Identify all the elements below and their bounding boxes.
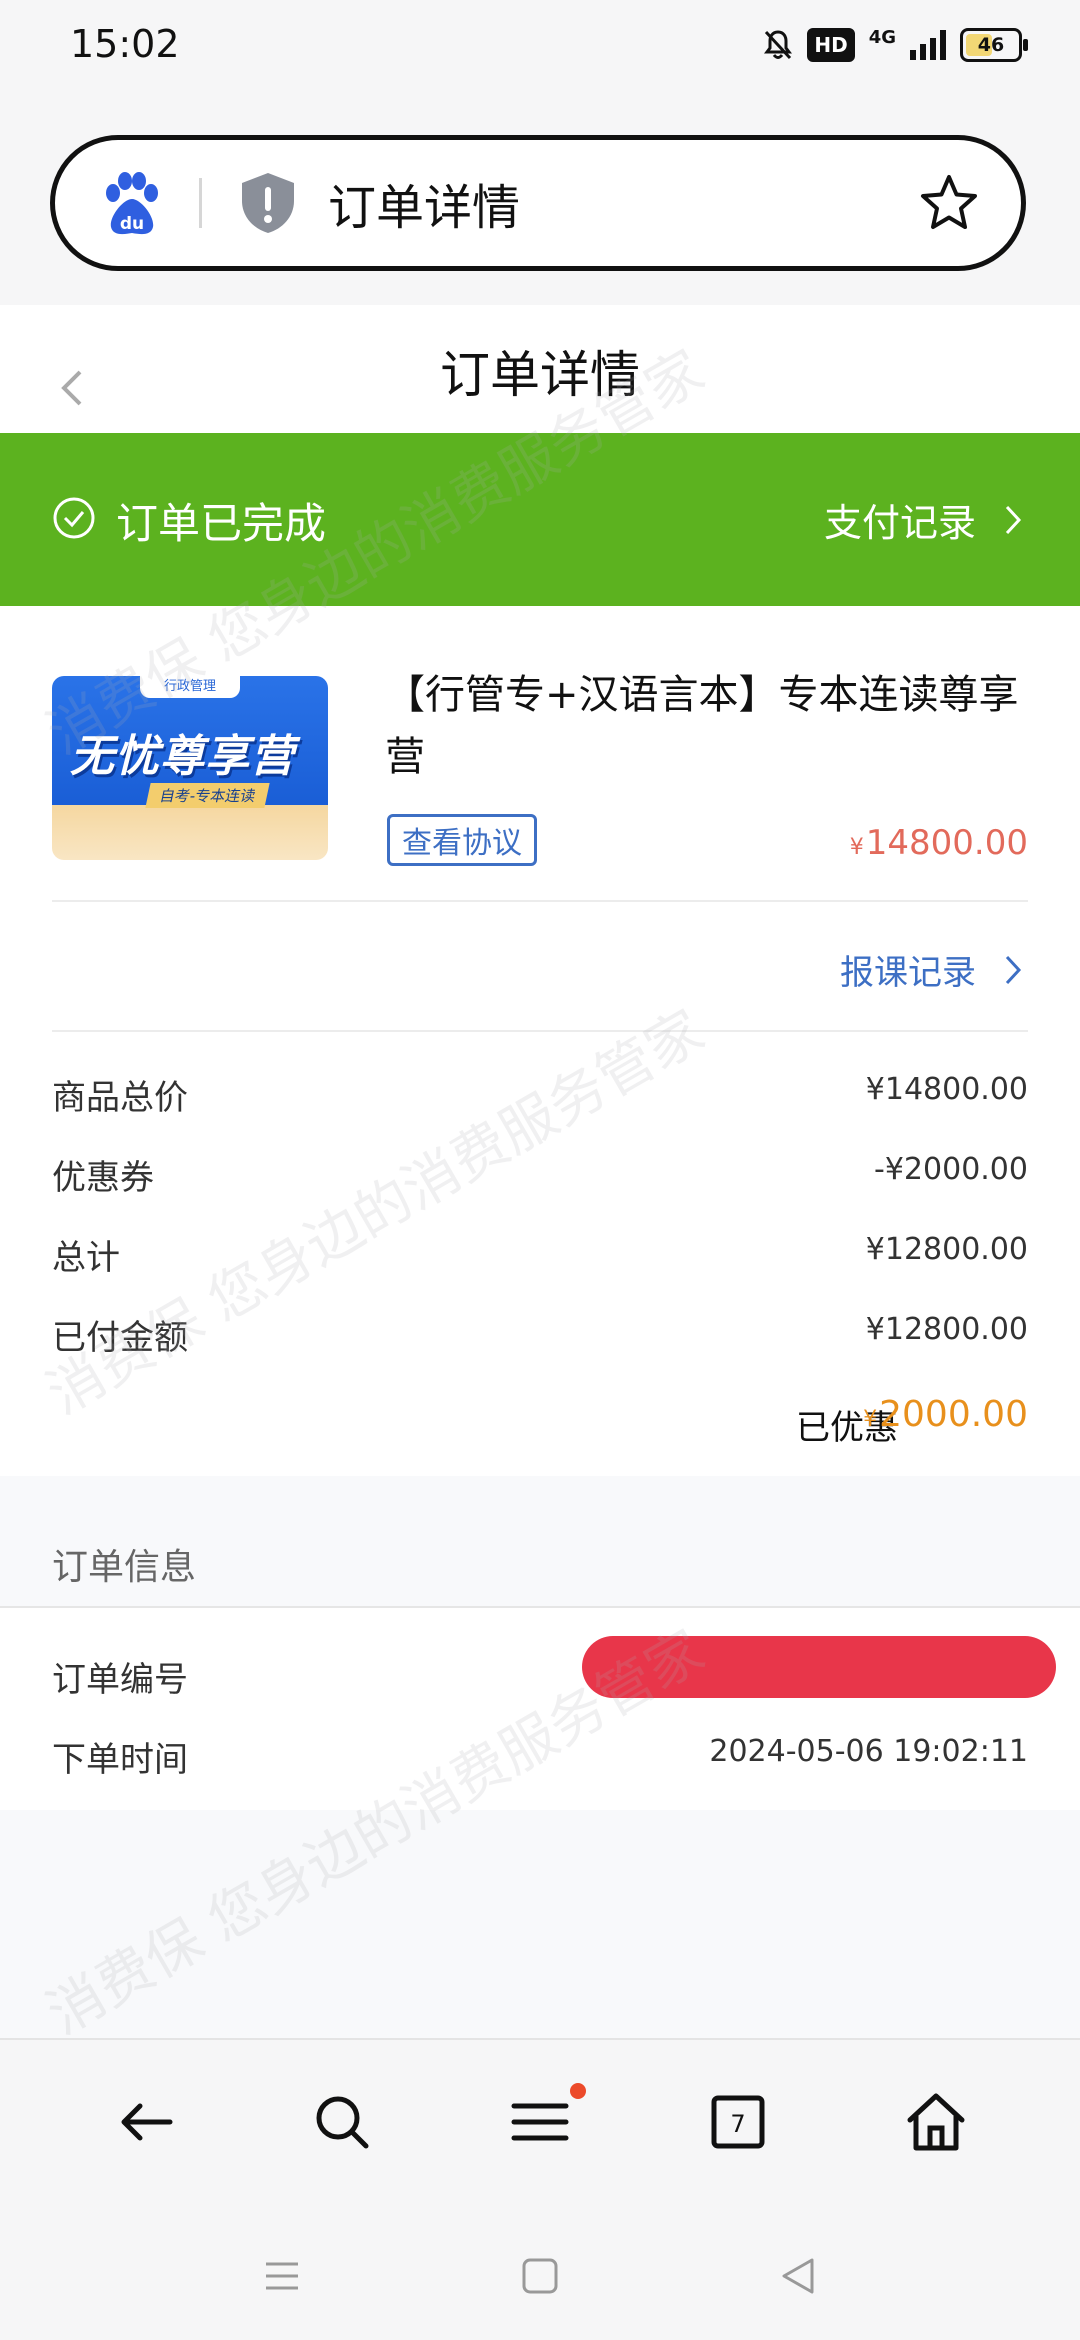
tabs-count: 7 xyxy=(730,2110,745,2138)
mute-bell-icon xyxy=(764,30,793,60)
saved-currency: ¥ xyxy=(863,1407,878,1432)
back-arrow-icon[interactable] xyxy=(114,2090,178,2154)
product-thumbnail[interactable]: 行政管理 无忧尊享营 自考-专本连读 xyxy=(52,676,328,860)
svg-text:du: du xyxy=(120,214,144,234)
order-info-title: 订单信息 xyxy=(52,1547,197,1588)
status-icons: HD 4G 46 xyxy=(763,27,1028,62)
chevron-right-icon xyxy=(1005,505,1022,534)
summary-value-paid: ¥12800.00 xyxy=(865,1312,1028,1347)
product-title[interactable]: 【行管专+汉语言本】专本连读尊享营 xyxy=(385,664,1025,788)
order-time-value: 2024-05-06 19:02:11 xyxy=(709,1734,1028,1769)
tabs-icon[interactable]: 7 xyxy=(706,2090,770,2154)
summary-label-total: 总计 xyxy=(52,1238,120,1278)
view-agreement-button[interactable]: 查看协议 xyxy=(387,814,537,866)
summary-value-total: ¥12800.00 xyxy=(865,1232,1028,1267)
summary-label-subtotal: 商品总价 xyxy=(52,1078,188,1118)
check-circle-icon xyxy=(53,497,95,539)
shield-icon[interactable] xyxy=(238,171,298,235)
saved-value: 2000.00 xyxy=(879,1394,1028,1435)
pay-record-link[interactable]: 支付记录 xyxy=(824,492,1022,547)
redaction-mark xyxy=(582,1636,1056,1698)
home-square-icon[interactable] xyxy=(518,2254,562,2298)
summary-value-subtotal: ¥14800.00 xyxy=(865,1072,1028,1107)
price-value: 14800.00 xyxy=(865,823,1028,863)
star-icon[interactable] xyxy=(917,171,981,235)
status-time: 15:02 xyxy=(70,22,180,66)
order-time-label: 下单时间 xyxy=(52,1740,188,1780)
summary-label-paid: 已付金额 xyxy=(52,1318,188,1358)
summary-label-coupon: 优惠券 xyxy=(52,1158,154,1198)
order-status-text: 订单已完成 xyxy=(116,499,327,548)
chevron-right-icon xyxy=(1005,955,1022,984)
thumb-title: 无忧尊享营 xyxy=(70,731,295,782)
url-divider xyxy=(199,178,202,228)
baidu-paw-icon[interactable]: du xyxy=(95,167,167,239)
divider xyxy=(52,1030,1028,1032)
recent-apps-icon[interactable] xyxy=(260,2254,304,2298)
home-icon[interactable] xyxy=(904,2090,968,2154)
network-type: 4G xyxy=(868,27,896,48)
thumb-tag: 行政管理 xyxy=(140,676,240,698)
battery-level: 46 xyxy=(977,34,1005,56)
notification-dot xyxy=(570,2083,586,2099)
enroll-record-link[interactable]: 报课记录 xyxy=(840,945,1022,994)
address-bar[interactable]: du 订单详情 xyxy=(50,135,1026,271)
divider xyxy=(52,900,1028,902)
page-title: 订单详情 xyxy=(440,346,640,404)
menu-icon[interactable] xyxy=(508,2090,572,2154)
enroll-record-label: 报课记录 xyxy=(840,953,976,993)
saved-amount: ¥2000.00 xyxy=(863,1394,1028,1435)
battery-icon: 46 xyxy=(960,28,1028,62)
signal-icon xyxy=(910,30,946,60)
price-currency: ¥ xyxy=(849,835,864,860)
order-number-label: 订单编号 xyxy=(52,1660,188,1700)
hd-badge: HD xyxy=(807,28,855,62)
summary-value-coupon: -¥2000.00 xyxy=(874,1152,1028,1187)
thumb-subtitle: 自考-专本连读 xyxy=(145,783,271,808)
search-icon[interactable] xyxy=(310,2090,374,2154)
pay-record-label: 支付记录 xyxy=(823,501,976,545)
back-triangle-icon[interactable] xyxy=(776,2254,820,2298)
product-price: ¥14800.00 xyxy=(850,823,1028,863)
url-title[interactable]: 订单详情 xyxy=(328,168,917,238)
